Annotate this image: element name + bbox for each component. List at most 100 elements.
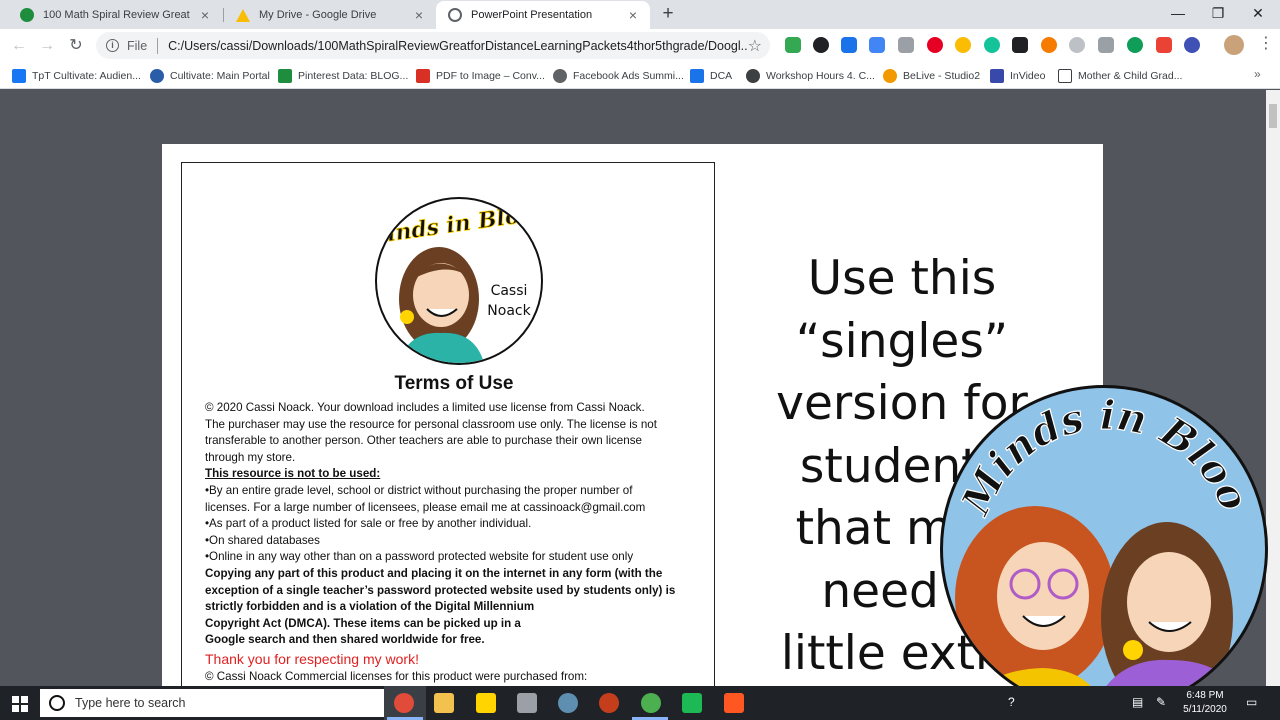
extension-icon[interactable] xyxy=(1069,37,1085,53)
bookmark-item[interactable]: BeLive - Studio2 xyxy=(883,67,980,84)
not-used-line: •On shared databases xyxy=(205,533,320,547)
bookmark-label: Pinterest Data: BLOG... xyxy=(298,69,409,82)
chrome-profile-icon[interactable] xyxy=(641,693,661,713)
new-tab-button[interactable]: + xyxy=(658,3,678,25)
extension-icon[interactable] xyxy=(841,37,857,53)
extension-icon[interactable] xyxy=(785,37,801,53)
reload-button[interactable]: ↻ xyxy=(65,35,87,57)
bookmark-icon xyxy=(690,68,704,83)
taskbar-search[interactable]: Type here to search xyxy=(40,689,384,717)
bookmark-item[interactable]: Pinterest Data: BLOG... xyxy=(278,67,408,84)
back-button[interactable]: ← xyxy=(8,35,30,57)
bookmark-item[interactable]: PDF to Image – Conv... xyxy=(416,67,545,84)
bookmark-item[interactable]: DCA xyxy=(690,67,732,84)
sticky-notes-icon[interactable] xyxy=(476,693,496,713)
license-line: through my store. xyxy=(205,450,296,464)
tab-math-spiral[interactable]: 100 Math Spiral Review Great for Di × xyxy=(8,1,222,29)
close-tab-icon[interactable]: × xyxy=(626,7,640,23)
not-used-line: •As part of a product listed for sale or… xyxy=(205,517,532,531)
bookmark-item[interactable]: TpT Cultivate: Audien... xyxy=(12,67,141,84)
close-window-button[interactable]: ✕ xyxy=(1238,0,1278,29)
extension-icon[interactable] xyxy=(955,37,971,53)
bookmark-item[interactable]: Cultivate: Main Portal xyxy=(150,67,270,84)
system-clock[interactable]: 6:48 PM 5/11/2020 xyxy=(1180,689,1230,717)
page-scrollbar[interactable] xyxy=(1266,90,1280,686)
slide-text-line: “singles” xyxy=(795,313,1009,369)
browser-toolbar: ← → ↻ i File C:/Users/cassi/Downloads/10… xyxy=(0,29,1280,62)
windows-start-icon[interactable] xyxy=(12,696,28,712)
slide-text-line: Use this xyxy=(807,251,997,306)
windows-taskbar: Type here to search ? ▤ ✎ 6:48 PM 5/11/2… xyxy=(0,686,1280,720)
bookmark-label: InVideo xyxy=(1010,69,1046,82)
bookmark-item[interactable]: InVideo xyxy=(990,67,1045,84)
more-bookmarks-button[interactable]: » xyxy=(1254,67,1261,81)
notifications-icon[interactable]: ▭ xyxy=(1246,695,1257,709)
pinterest-icon[interactable] xyxy=(927,37,943,53)
forward-button[interactable]: → xyxy=(36,35,58,57)
bookmark-label: DCA xyxy=(710,69,733,82)
calculator-icon[interactable] xyxy=(517,693,537,713)
extension-icon[interactable] xyxy=(1127,37,1143,53)
bookmark-item[interactable]: Workshop Hours 4. C... xyxy=(746,67,875,84)
clock-date: 5/11/2020 xyxy=(1183,704,1227,715)
chrome-icon[interactable] xyxy=(394,693,414,713)
extension-icon[interactable] xyxy=(1156,37,1172,53)
task-view-icon[interactable] xyxy=(338,695,354,711)
search-placeholder: Type here to search xyxy=(75,696,186,710)
bookmark-item[interactable]: Facebook Ads Summi... xyxy=(553,67,684,84)
extension-icon[interactable] xyxy=(813,37,829,53)
scheme-label: File xyxy=(127,38,148,53)
globe-icon xyxy=(448,8,462,22)
bookmark-label: TpT Cultivate: Audien... xyxy=(32,69,141,82)
tab-google-drive[interactable]: My Drive - Google Drive × xyxy=(224,1,436,29)
bookmark-label: Workshop Hours 4. C... xyxy=(766,69,875,82)
terms-body: © 2020 Cassi Noack. Your download includ… xyxy=(205,400,705,686)
copy-warning-line: Copying any part of this product and pla… xyxy=(205,566,663,580)
extension-icon[interactable] xyxy=(1184,37,1200,53)
tab-powerpoint[interactable]: PowerPoint Presentation × xyxy=(436,1,650,29)
camtasia-icon[interactable] xyxy=(682,693,702,713)
close-tab-icon[interactable]: × xyxy=(412,7,426,23)
file-explorer-icon[interactable] xyxy=(434,693,454,713)
bookmark-label: PDF to Image – Conv... xyxy=(436,69,545,82)
screen-recorder-icon[interactable] xyxy=(558,693,578,713)
extension-icon[interactable] xyxy=(869,37,885,53)
bookmark-icon xyxy=(416,68,430,83)
bookmark-star-icon[interactable]: ☆ xyxy=(748,36,762,56)
extension-icon[interactable] xyxy=(1041,37,1057,53)
url-text[interactable]: C:/Users/cassi/Downloads/100MathSpiralRe… xyxy=(168,39,748,53)
copy-warning-line: strictly forbidden and is a violation of… xyxy=(205,600,535,614)
tab-title: PowerPoint Presentation xyxy=(471,9,593,21)
cartoon-duo-icon: Minds in Bloom xyxy=(943,388,1259,710)
pen-icon[interactable]: ✎ xyxy=(1156,695,1166,709)
menu-icon[interactable]: ⋮ xyxy=(1258,36,1274,52)
help-icon[interactable]: ? xyxy=(1008,695,1015,709)
video-camera-icon[interactable] xyxy=(1012,37,1028,53)
close-tab-icon[interactable]: × xyxy=(198,7,212,23)
extension-icon[interactable] xyxy=(898,37,914,53)
network-icon[interactable]: ▤ xyxy=(1132,695,1143,709)
bookmark-icon xyxy=(990,68,1004,83)
bookmark-item[interactable]: Mother & Child Grad... xyxy=(1058,67,1182,84)
maximize-button[interactable]: ❐ xyxy=(1198,0,1238,29)
author-cartoon-icon: Minds in Bloom Cassi Noack xyxy=(377,199,541,363)
bookmark-icon xyxy=(12,68,26,83)
minds-in-bloom-badge: Minds in Bloom xyxy=(940,385,1268,713)
address-bar[interactable]: i File C:/Users/cassi/Downloads/100MathS… xyxy=(96,32,770,59)
copy-warning-line: Google search and then shared worldwide … xyxy=(205,633,485,647)
globe-icon xyxy=(746,68,760,83)
profile-avatar[interactable] xyxy=(1224,35,1244,55)
not-used-line: •By an entire grade level, school or dis… xyxy=(205,483,633,497)
license-line: transferable to another person. Other te… xyxy=(205,434,642,448)
tab-title: My Drive - Google Drive xyxy=(259,9,377,21)
grammarly-icon[interactable] xyxy=(984,37,1000,53)
extension-icon[interactable] xyxy=(1098,37,1114,53)
copy-warning-line: exception of a single teacher’s password… xyxy=(205,583,676,597)
minimize-button[interactable]: — xyxy=(1158,0,1198,29)
info-icon[interactable]: i xyxy=(106,39,119,52)
powerpoint-icon[interactable] xyxy=(599,693,619,713)
scrollbar-thumb[interactable] xyxy=(1269,104,1277,128)
thanks-text: Thank you for respecting my work! xyxy=(205,650,419,667)
app-icon[interactable] xyxy=(724,693,744,713)
bookmark-label: Facebook Ads Summi... xyxy=(573,69,684,82)
